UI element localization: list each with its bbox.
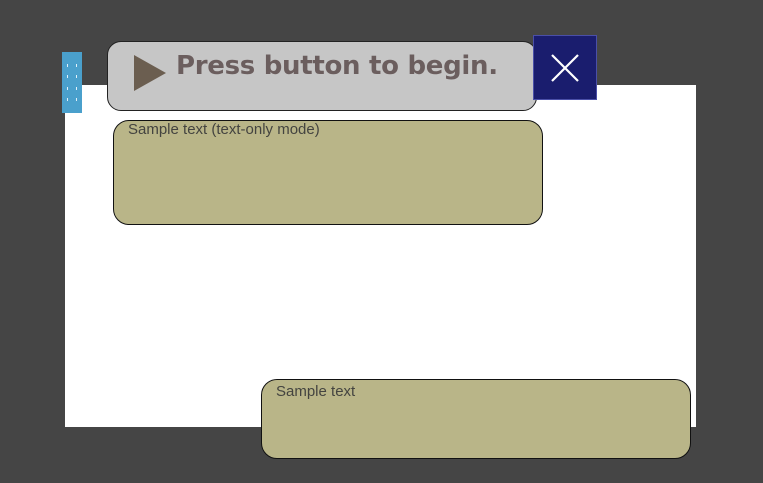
grip-icon xyxy=(67,75,77,79)
grip-icon xyxy=(67,86,77,90)
prompt-text: Press button to begin. xyxy=(176,51,498,81)
play-icon[interactable] xyxy=(134,55,166,91)
grip-icon xyxy=(67,97,77,101)
text-box-label: Sample text (text-only mode) xyxy=(128,121,320,138)
text-only-box[interactable]: Sample text (text-only mode) xyxy=(113,120,543,225)
side-tab-handle[interactable] xyxy=(62,52,82,113)
close-icon xyxy=(551,54,579,82)
text-box-label: Sample text xyxy=(276,383,356,400)
close-button[interactable] xyxy=(533,35,597,100)
sample-text-box[interactable]: Sample text xyxy=(261,379,691,459)
prompt-bar[interactable]: Press button to begin. xyxy=(107,41,537,111)
grip-icon xyxy=(67,64,77,68)
